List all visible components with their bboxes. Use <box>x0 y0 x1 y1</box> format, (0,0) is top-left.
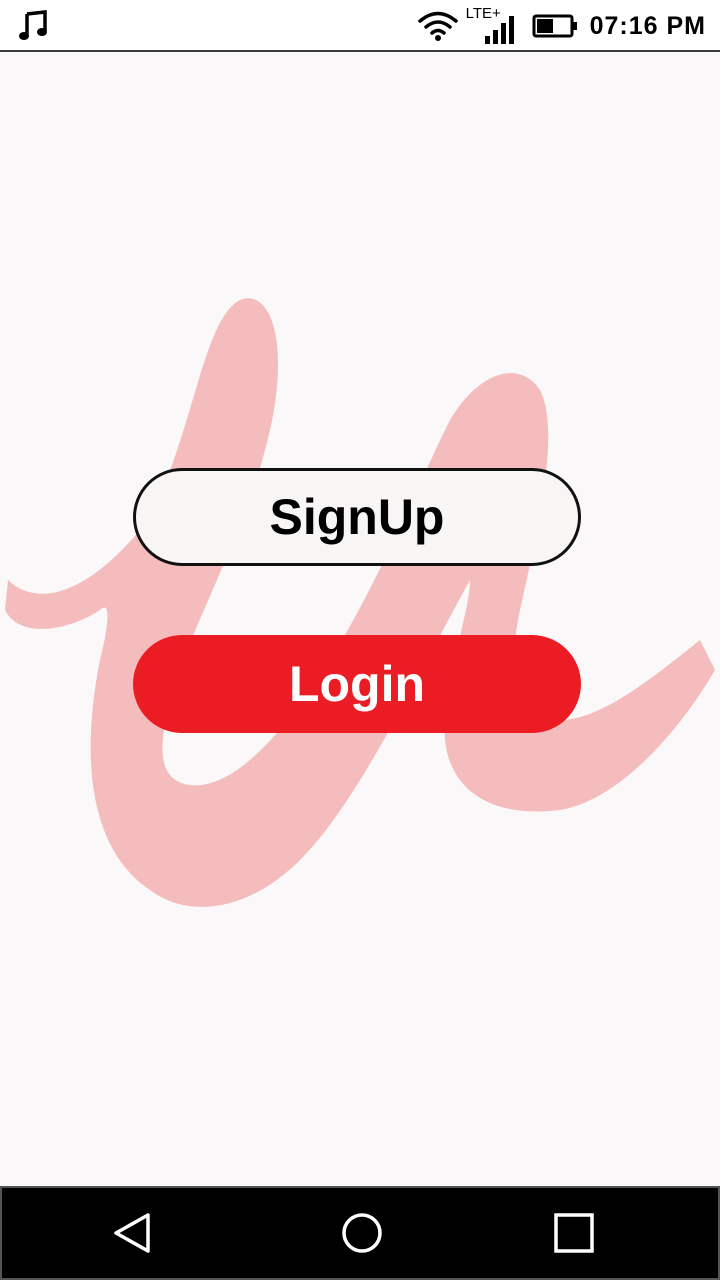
login-button[interactable]: Login <box>133 635 581 733</box>
status-bar: LTE+ 07:16 PM <box>0 0 720 52</box>
navigation-bar <box>0 1186 720 1280</box>
home-icon <box>342 1213 382 1253</box>
status-icons: LTE+ 07:16 PM <box>417 5 706 46</box>
recents-icon <box>554 1213 594 1253</box>
music-note-icon <box>19 10 47 40</box>
wifi-icon <box>417 11 458 41</box>
screen: LTE+ 07:16 PM SignUp Login <box>0 0 720 1280</box>
signup-button[interactable]: SignUp <box>133 468 581 566</box>
signal-indicator: LTE+ <box>466 5 518 46</box>
signup-button-label: SignUp <box>269 489 445 545</box>
battery-icon <box>532 14 577 38</box>
back-icon <box>114 1213 150 1253</box>
recents-button[interactable] <box>546 1208 602 1258</box>
signal-icon <box>484 16 514 44</box>
back-button[interactable] <box>104 1208 160 1258</box>
brand-logo-icon <box>5 298 715 907</box>
clock: 07:16 PM <box>589 11 706 40</box>
home-button[interactable] <box>334 1208 390 1258</box>
login-button-label: Login <box>288 656 426 712</box>
